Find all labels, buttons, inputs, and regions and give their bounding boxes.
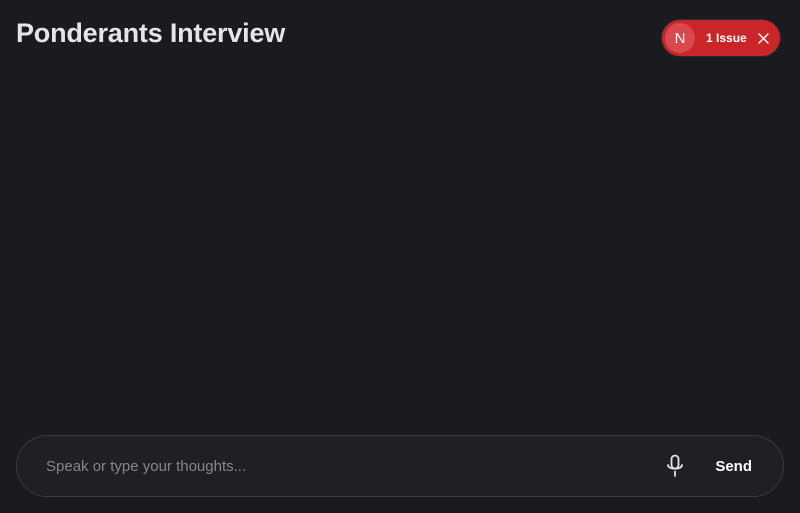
issues-badge[interactable]: N 1 Issue [662, 20, 780, 56]
app-page: Ponderants Interview N 1 Issue Send [0, 0, 800, 513]
microphone-icon[interactable] [663, 454, 687, 478]
message-input[interactable] [46, 454, 664, 478]
page-title: Ponderants Interview [16, 18, 286, 48]
message-composer: Send [16, 435, 784, 497]
next-logo-avatar[interactable]: N [665, 23, 695, 53]
send-button[interactable]: Send [715, 458, 752, 475]
close-icon[interactable] [756, 31, 770, 45]
issue-count-label[interactable]: 1 Issue [706, 31, 747, 45]
